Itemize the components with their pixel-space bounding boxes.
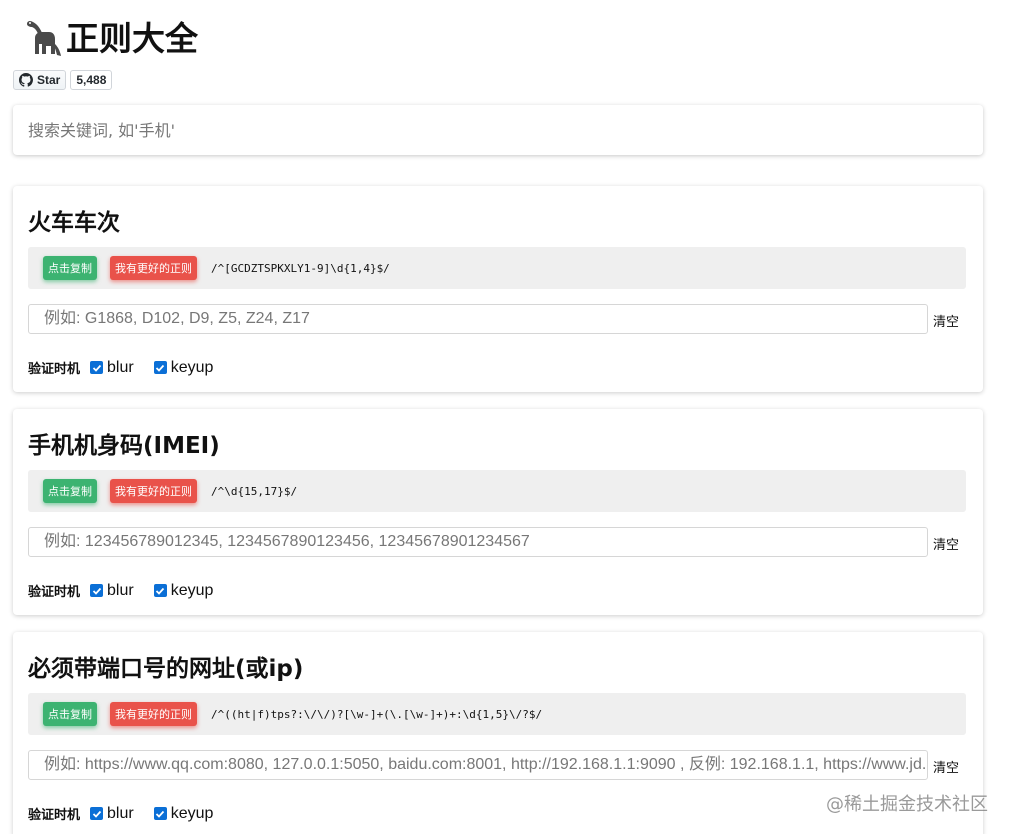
regex-card: 手机机身码(IMEI) 点击复制 我有更好的正则 /^\d{15,17}$/ 清…: [13, 409, 983, 615]
regex-text: /^\d{15,17}$/: [211, 484, 298, 498]
regex-card: 火车车次 点击复制 我有更好的正则 /^[GCDZTSPKXLY1-9]\d{1…: [13, 186, 983, 392]
copy-button[interactable]: 点击复制: [43, 256, 97, 280]
keyup-label: keyup: [170, 581, 214, 599]
test-input[interactable]: [28, 304, 928, 334]
blur-checkbox[interactable]: blur: [90, 582, 134, 600]
checkmark-icon: [153, 584, 167, 597]
card-title: 火车车次: [28, 210, 120, 236]
blur-label: blur: [107, 581, 134, 599]
copy-button[interactable]: 点击复制: [43, 702, 97, 726]
page-header: 正则大全: [22, 12, 198, 60]
github-icon: [19, 73, 33, 87]
checkmark-icon: [90, 807, 104, 820]
validate-options: 验证时机 blur keyup: [28, 581, 233, 601]
star-label: Star: [37, 73, 61, 87]
blur-label: blur: [107, 804, 134, 822]
regex-code-bar: 点击复制 我有更好的正则 /^((ht|f)tps?:\/\/)?[\w-]+(…: [28, 693, 966, 735]
copy-button[interactable]: 点击复制: [43, 479, 97, 503]
blur-label: blur: [107, 358, 134, 376]
keyup-checkbox[interactable]: keyup: [153, 358, 214, 377]
page-title: 正则大全: [66, 19, 198, 58]
clear-button[interactable]: 清空: [933, 757, 959, 776]
github-star-button[interactable]: Star: [13, 70, 67, 90]
star-count[interactable]: 5,488: [70, 70, 113, 90]
checkmark-icon: [153, 807, 167, 820]
validate-options: 验证时机 blur keyup: [28, 804, 233, 824]
github-star-widget: Star 5,488: [13, 70, 113, 90]
regex-code-bar: 点击复制 我有更好的正则 /^[GCDZTSPKXLY1-9]\d{1,4}$/: [28, 247, 966, 289]
search-input[interactable]: [28, 120, 983, 140]
checkmark-icon: [90, 361, 104, 374]
checkmark-icon: [153, 361, 167, 374]
validate-label: 验证时机: [28, 585, 81, 600]
keyup-checkbox[interactable]: keyup: [153, 581, 214, 600]
regex-text: /^[GCDZTSPKXLY1-9]\d{1,4}$/: [211, 261, 390, 275]
validate-options: 验证时机 blur keyup: [28, 358, 233, 378]
blur-checkbox[interactable]: blur: [90, 359, 134, 377]
blur-checkbox[interactable]: blur: [90, 805, 134, 823]
suggest-better-regex-button[interactable]: 我有更好的正则: [110, 702, 197, 726]
keyup-checkbox[interactable]: keyup: [153, 804, 214, 823]
card-title: 必须带端口号的网址(或ip): [28, 656, 304, 682]
clear-button[interactable]: 清空: [933, 534, 959, 553]
suggest-better-regex-button[interactable]: 我有更好的正则: [110, 479, 197, 503]
checkmark-icon: [90, 584, 104, 597]
validate-label: 验证时机: [28, 362, 81, 377]
search-box: [13, 105, 983, 155]
card-title: 手机机身码(IMEI): [28, 433, 220, 459]
dinosaur-icon: [22, 14, 62, 58]
test-input[interactable]: [28, 527, 928, 557]
keyup-label: keyup: [170, 804, 214, 822]
regex-text: /^((ht|f)tps?:\/\/)?[\w-]+(\.[\w-]+)+:\d…: [211, 707, 543, 721]
regex-code-bar: 点击复制 我有更好的正则 /^\d{15,17}$/: [28, 470, 966, 512]
watermark: @稀土掘金技术社区: [826, 794, 988, 815]
validate-label: 验证时机: [28, 808, 81, 823]
suggest-better-regex-button[interactable]: 我有更好的正则: [110, 256, 197, 280]
test-input[interactable]: [28, 750, 928, 780]
keyup-label: keyup: [170, 358, 214, 376]
clear-button[interactable]: 清空: [933, 311, 959, 330]
